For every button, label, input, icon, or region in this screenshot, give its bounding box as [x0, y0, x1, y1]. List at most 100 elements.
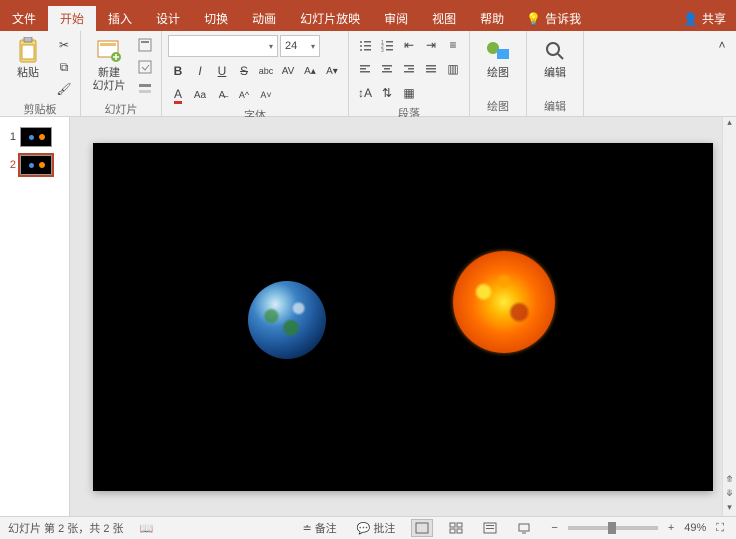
- font-size-select[interactable]: 24▾: [280, 35, 320, 57]
- columns-button[interactable]: ▥: [443, 59, 463, 79]
- numbering-button[interactable]: 123: [377, 35, 397, 55]
- share-icon: 👤: [683, 12, 698, 26]
- line-spacing-button[interactable]: ≡: [443, 35, 463, 55]
- reset-button[interactable]: [135, 57, 155, 77]
- earth-image[interactable]: [248, 281, 326, 359]
- underline-button[interactable]: U: [212, 61, 232, 81]
- group-clipboard: 粘贴 ✂ ⧉ 🖌 剪贴板: [0, 31, 81, 116]
- increase-indent-button[interactable]: ⇥: [421, 35, 441, 55]
- tab-file[interactable]: 文件: [0, 6, 48, 31]
- chevron-down-icon: ▾: [311, 42, 315, 51]
- tab-home[interactable]: 开始: [48, 6, 96, 31]
- collapse-ribbon-button[interactable]: ˄: [712, 35, 732, 55]
- tab-animations[interactable]: 动画: [240, 6, 288, 31]
- spellcheck-button[interactable]: 📖: [136, 522, 158, 535]
- justify-button[interactable]: [421, 59, 441, 79]
- zoom-in-button[interactable]: +: [664, 522, 678, 534]
- chevron-down-icon: ▾: [269, 42, 273, 51]
- prev-slide-button[interactable]: ⤊: [723, 474, 736, 488]
- increase-font-button[interactable]: A▴: [300, 61, 320, 81]
- ribbon: 粘贴 ✂ ⧉ 🖌 剪贴板 新建 幻灯片 幻灯片: [0, 31, 736, 117]
- zoom-slider[interactable]: [568, 526, 658, 530]
- align-left-button[interactable]: [355, 59, 375, 79]
- tab-transitions[interactable]: 切换: [192, 6, 240, 31]
- next-slide-button[interactable]: ⤋: [723, 488, 736, 502]
- strikethrough-button[interactable]: S: [234, 61, 254, 81]
- lightbulb-icon: 💡: [526, 12, 541, 26]
- character-spacing-button[interactable]: AV: [278, 61, 298, 81]
- vertical-scrollbar[interactable]: ▴ ⤊ ⤋ ▾: [722, 117, 736, 516]
- decrease-font-button[interactable]: A▾: [322, 61, 342, 81]
- normal-view-button[interactable]: [411, 519, 433, 537]
- comments-button[interactable]: 💬 批注: [353, 520, 400, 536]
- notes-icon: ≐: [302, 522, 311, 535]
- tab-insert[interactable]: 插入: [96, 6, 144, 31]
- group-font: ▾ 24▾ B I U S abc AV A▴ A▾ A Aa A̶ A^: [162, 31, 349, 116]
- italic-button[interactable]: I: [190, 61, 210, 81]
- tab-design[interactable]: 设计: [144, 6, 192, 31]
- sun-image[interactable]: [453, 251, 555, 353]
- status-bar: 幻灯片 第 2 张，共 2 张 📖 ≐ 备注 💬 批注 − + 49% ⛶: [0, 516, 736, 539]
- bold-button[interactable]: B: [168, 61, 188, 81]
- group-slides: 新建 幻灯片 幻灯片: [81, 31, 162, 116]
- sorter-view-button[interactable]: [445, 519, 467, 537]
- smartart-button[interactable]: ▦: [399, 83, 419, 103]
- copy-button[interactable]: ⧉: [54, 57, 74, 77]
- copy-icon: ⧉: [60, 60, 69, 75]
- slide-thumbnails-panel: 1 2: [0, 117, 70, 516]
- align-center-button[interactable]: [377, 59, 397, 79]
- tab-review[interactable]: 审阅: [372, 6, 420, 31]
- slide-canvas-area[interactable]: ▴ ⤊ ⤋ ▾: [70, 117, 736, 516]
- tab-slideshow[interactable]: 幻灯片放映: [288, 6, 372, 31]
- align-right-button[interactable]: [399, 59, 419, 79]
- scroll-down-button[interactable]: ▾: [723, 502, 736, 516]
- clear-formatting-button[interactable]: A̶: [212, 85, 232, 105]
- tab-view[interactable]: 视图: [420, 6, 468, 31]
- change-case-button[interactable]: Aa: [190, 85, 210, 105]
- grow-font-button[interactable]: A^: [234, 85, 254, 105]
- cut-button[interactable]: ✂: [54, 35, 74, 55]
- align-text-button[interactable]: ⇅: [377, 83, 397, 103]
- decrease-indent-button[interactable]: ⇤: [399, 35, 419, 55]
- paste-button[interactable]: 粘贴: [6, 35, 50, 80]
- group-drawing: 绘图 绘图: [470, 31, 527, 116]
- reading-view-button[interactable]: [479, 519, 501, 537]
- font-color-button[interactable]: A: [168, 85, 188, 105]
- brush-icon: 🖌: [56, 82, 71, 96]
- shapes-icon: [484, 37, 512, 65]
- work-area: 1 2 ▴ ⤊ ⤋ ▾: [0, 117, 736, 516]
- book-icon: 📖: [140, 522, 154, 535]
- new-slide-button[interactable]: 新建 幻灯片: [87, 35, 131, 93]
- thumbnail-slide-2[interactable]: 2: [0, 151, 69, 179]
- editing-button[interactable]: 编辑: [533, 35, 577, 80]
- scissors-icon: ✂: [59, 38, 69, 52]
- slideshow-view-button[interactable]: [513, 519, 535, 537]
- scroll-up-button[interactable]: ▴: [723, 117, 736, 131]
- zoom-out-button[interactable]: −: [547, 522, 561, 534]
- format-painter-button[interactable]: 🖌: [54, 79, 74, 99]
- zoom-level[interactable]: 49%: [684, 522, 706, 534]
- new-slide-icon: [95, 37, 123, 65]
- drawing-button[interactable]: 绘图: [476, 35, 520, 80]
- thumbnail-preview: [20, 155, 52, 175]
- tab-help[interactable]: 帮助: [468, 6, 516, 31]
- ribbon-tabs: 文件 开始 插入 设计 切换 动画 幻灯片放映 审阅 视图 帮助 💡 告诉我 👤…: [0, 6, 736, 31]
- bullets-button[interactable]: [355, 35, 375, 55]
- fit-to-window-button[interactable]: ⛶: [712, 522, 728, 535]
- slide-counter: 幻灯片 第 2 张，共 2 张: [8, 520, 124, 536]
- clipboard-icon: [14, 37, 42, 65]
- font-family-select[interactable]: ▾: [168, 35, 278, 57]
- comment-icon: 💬: [357, 522, 371, 535]
- group-paragraph: 123 ⇤ ⇥ ≡ ▥ ↕A ⇅ ▦ 段落: [349, 31, 470, 116]
- section-button[interactable]: [135, 79, 155, 99]
- shrink-font-button[interactable]: A˅: [256, 85, 276, 105]
- layout-button[interactable]: [135, 35, 155, 55]
- shadow-button[interactable]: abc: [256, 61, 276, 81]
- share-button[interactable]: 👤 共享: [673, 6, 736, 31]
- thumbnail-preview: [20, 127, 52, 147]
- thumbnail-slide-1[interactable]: 1: [0, 123, 69, 151]
- slide[interactable]: [93, 143, 713, 491]
- notes-button[interactable]: ≐ 备注: [298, 520, 340, 536]
- tell-me-search[interactable]: 💡 告诉我: [516, 6, 591, 31]
- text-direction-button[interactable]: ↕A: [355, 83, 375, 103]
